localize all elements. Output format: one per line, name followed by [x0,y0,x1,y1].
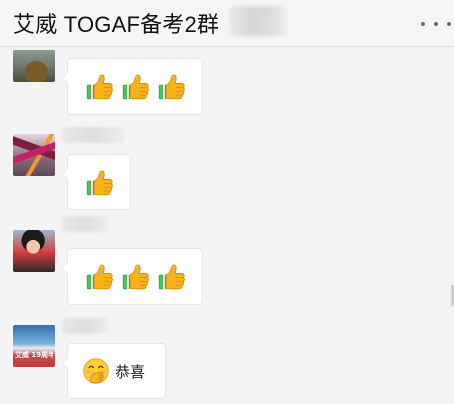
more-horizontal-icon[interactable] [421,16,451,32]
thumbs-up-row [85,263,186,292]
thumbs-up-icon [121,263,150,292]
thumbs-up-icon [157,73,186,102]
avatar-child-red-scarf[interactable] [13,230,55,272]
avatar-blue-sky[interactable]: 艾威 19周年庆 [13,325,55,367]
message-bubble-4[interactable]: 恭喜 [62,343,166,399]
avatar-caption: 艾威 19周年庆 [15,351,53,359]
thumbs-up-icon [85,73,114,102]
avatar-landscape[interactable] [13,50,55,82]
thumbs-up-icon [85,169,114,198]
sender-name-blurred [62,318,108,334]
thumbs-up-icon [85,263,114,292]
blurred-member-count [229,6,288,36]
thumbs-up-row [85,73,186,102]
message-text: 恭喜 [115,363,146,381]
thumbs-up-row [85,169,114,198]
message-bubble-3[interactable] [62,248,203,305]
congrats-content: 恭喜 [82,357,145,385]
message-bubble-2[interactable] [62,154,131,210]
thumbs-up-icon [157,263,186,292]
sender-name-blurred [62,216,108,232]
chat-title: 艾威 TOGAF备考2群 [13,12,220,37]
avatar-colorful-figures[interactable] [13,134,55,176]
thumbs-up-icon [121,73,150,102]
message-bubble-1[interactable] [62,58,203,115]
hand-over-mouth-icon [83,358,109,384]
sender-name-blurred [62,127,124,143]
chat-header: 艾威 TOGAF备考2群 [0,0,454,47]
